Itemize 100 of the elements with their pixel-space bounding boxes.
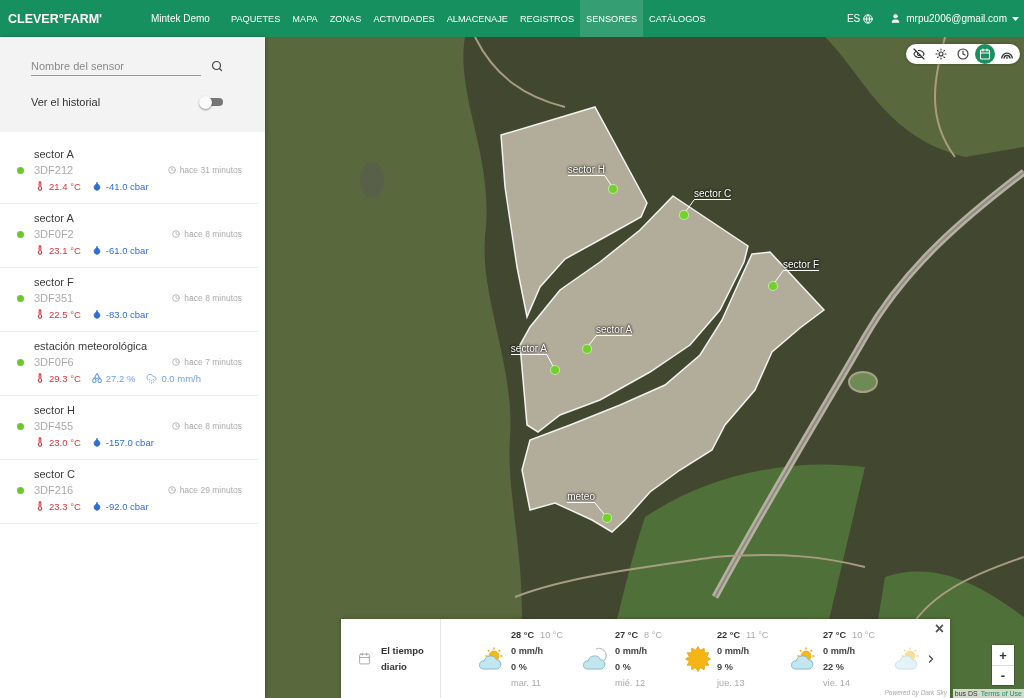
sun-icon	[935, 48, 947, 60]
rain-chance: 0 %	[511, 662, 527, 672]
sensor-marker-icon[interactable]	[582, 344, 592, 354]
sensor-name[interactable]: sector H	[34, 404, 75, 416]
updated-time: hace 29 minutos	[179, 485, 242, 495]
sun-icon	[685, 645, 711, 672]
rain-chance: 22 %	[823, 662, 844, 672]
clock-icon	[167, 166, 176, 174]
nav-item[interactable]: REGISTROS	[513, 0, 581, 37]
low-temperature: 8 °C	[644, 630, 663, 640]
reading-value: 21.4 °C	[49, 180, 81, 192]
globe-icon	[863, 13, 874, 24]
updated-time: hace 8 minutos	[184, 293, 242, 303]
clock-icon	[172, 230, 181, 238]
updated-time: hace 7 minutos	[184, 357, 242, 367]
nav-item[interactable]: SENSORES	[580, 0, 644, 37]
search-field[interactable]: Nombre del sensor	[31, 56, 201, 76]
user-menu[interactable]: mrpu2006@gmail.com	[890, 13, 1019, 24]
nav-item[interactable]: CATÁLOGOS	[643, 0, 712, 37]
sensor-name[interactable]: sector C	[34, 468, 75, 480]
clock-icon	[957, 48, 969, 60]
clock-icon	[167, 486, 176, 494]
history-label: Ver el historial	[31, 96, 101, 108]
drop-icon	[91, 309, 102, 319]
reading-value: 22.5 °C	[49, 308, 81, 320]
sensor-name[interactable]: sector A	[34, 212, 74, 224]
sensor-code: 3DF455	[34, 420, 74, 432]
calendar-icon	[358, 652, 371, 665]
day-date: jue. 13	[717, 678, 745, 688]
drop-icon	[91, 181, 102, 191]
clock-icon	[172, 358, 181, 366]
close-button[interactable]: ×	[932, 621, 946, 637]
sun-cloud-icon	[477, 647, 505, 670]
drops-icon	[91, 373, 102, 383]
low-temperature: 11 °C	[746, 630, 769, 640]
reading-value: -61.0 cbar	[105, 244, 149, 256]
clock-icon	[172, 422, 181, 430]
marker-label: sector C	[694, 188, 732, 200]
cloud-rain-icon	[146, 372, 158, 384]
calendar-icon	[979, 48, 991, 60]
rain-amount: 0 mm/h	[717, 646, 750, 656]
sensor-marker-icon[interactable]	[550, 365, 560, 375]
thermometer-icon	[35, 181, 45, 191]
low-temperature: 10 °C	[852, 630, 876, 640]
user-icon	[890, 13, 902, 24]
nav-item[interactable]: ZONAS	[323, 0, 368, 37]
nav-item[interactable]: ALMACENAJE	[440, 0, 514, 37]
reading-value: -92.0 cbar	[105, 500, 149, 512]
sensor-name[interactable]: estación meteorológica	[34, 340, 148, 352]
thermometer-icon	[35, 245, 45, 255]
thermometer-icon	[35, 437, 45, 447]
updated-time: hace 8 minutos	[184, 421, 242, 431]
history-toggle[interactable]	[199, 95, 223, 109]
sensor-marker-icon[interactable]	[608, 184, 618, 194]
account-name: Mintek Demo	[151, 13, 211, 24]
rain-chance: 9 %	[717, 662, 733, 672]
reading-value: 0.0 mm/h	[161, 372, 201, 384]
sensor-code: 3DF212	[34, 164, 74, 176]
leader-line	[604, 175, 612, 186]
rain-chance: 0 %	[615, 662, 631, 672]
reading-value: 27.2 %	[105, 372, 136, 384]
sensor-code: 3DF0F6	[34, 356, 74, 368]
sensor-marker-icon[interactable]	[768, 281, 778, 291]
logo[interactable]: CLEVER°FARM'	[8, 11, 151, 26]
sensor-marker-icon[interactable]	[602, 513, 612, 523]
sensor-name[interactable]: sector A	[34, 148, 74, 160]
day-date: vie. 14	[823, 678, 851, 688]
reading-value: -41.0 cbar	[105, 180, 149, 192]
caret-icon	[1012, 16, 1019, 21]
nav-item[interactable]: ACTIVIDADES	[367, 0, 441, 37]
nav-item[interactable]: MAPA	[286, 0, 324, 37]
sensor-code: 3DF351	[34, 292, 74, 304]
high-temperature: 27 °C	[615, 630, 639, 640]
drop-icon	[91, 501, 102, 511]
sun-cloud-icon	[789, 647, 817, 670]
rain-amount: 0 mm/h	[823, 646, 856, 656]
reading-value: 23.1 °C	[49, 244, 81, 256]
thermometer-icon	[35, 309, 45, 319]
marker-label: sector A	[596, 324, 633, 336]
language-selector[interactable]: ES	[846, 13, 874, 24]
updated-time: hace 8 minutos	[184, 229, 242, 239]
updated-time: hace 31 minutos	[179, 165, 242, 175]
sensor-marker-icon[interactable]	[679, 210, 689, 220]
moon-cloud-icon	[581, 647, 609, 670]
search-icon[interactable]	[211, 60, 223, 72]
nav-item[interactable]: PAQUETES	[225, 0, 287, 37]
weather-title: El tiempo diario	[381, 643, 425, 674]
high-temperature: 28 °C	[511, 630, 535, 640]
leader-line	[588, 335, 597, 346]
reading-value: 23.3 °C	[49, 500, 81, 512]
leader-line	[546, 354, 554, 367]
sensor-code: 3DF216	[34, 484, 74, 496]
sensor-name[interactable]: sector F	[34, 276, 74, 288]
leader-line	[774, 270, 784, 283]
leader-line	[685, 199, 695, 212]
eye-off-icon	[913, 48, 925, 60]
rain-amount: 0 mm/h	[615, 646, 648, 656]
sensor-code: 3DF0F2	[34, 228, 74, 240]
zoom-out-button[interactable]: -	[992, 665, 1014, 685]
marker-label: sector F	[783, 259, 820, 271]
